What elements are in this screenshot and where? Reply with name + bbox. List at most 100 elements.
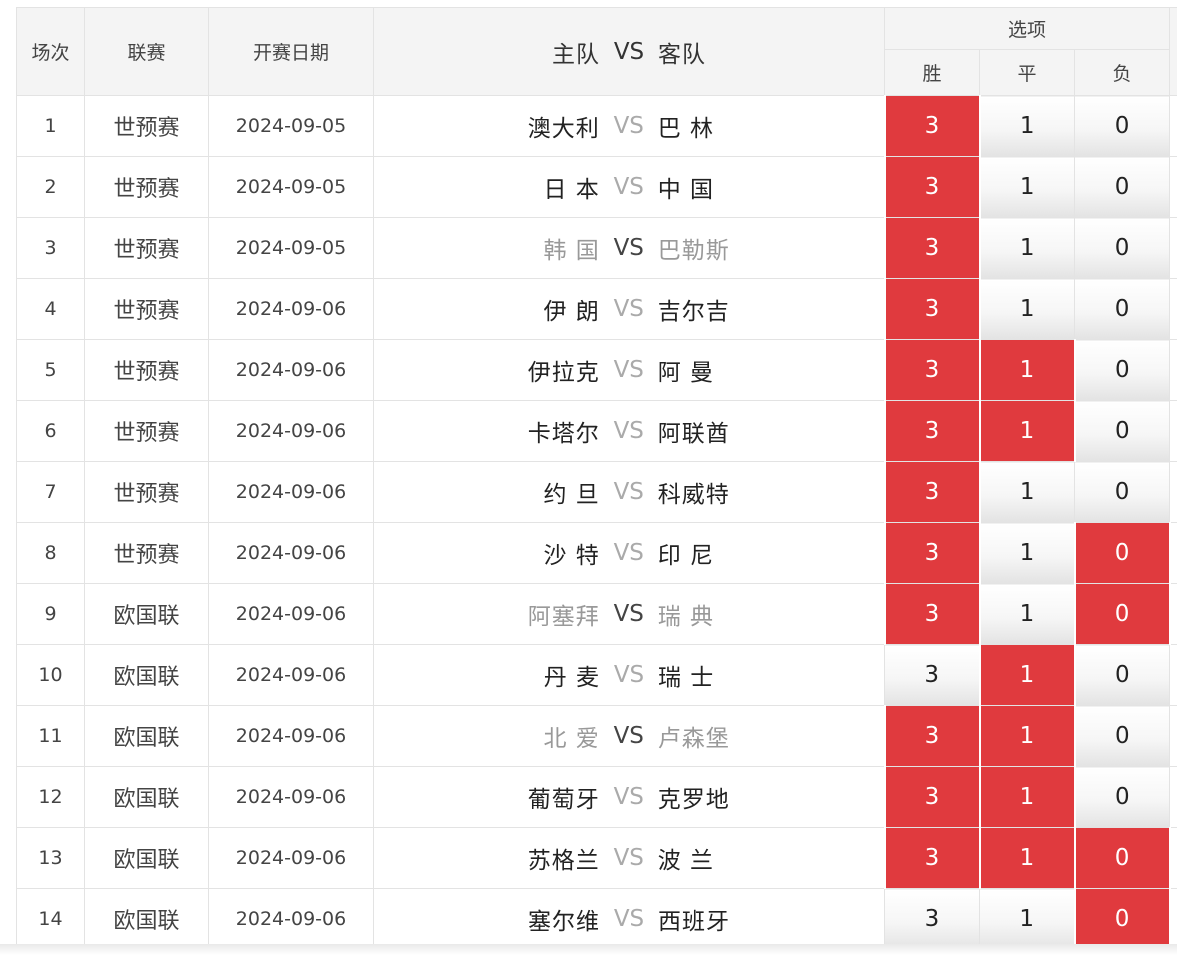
home-team: 塞尔维 [528, 909, 600, 935]
table-row: 12 欧国联 2024-09-06 葡萄牙 VS 克罗地 3 1 0 [16, 766, 1177, 828]
option-win-button[interactable]: 3 [883, 583, 981, 645]
match-date: 2024-09-06 [208, 400, 374, 462]
table-row: 1 世预赛 2024-09-05 澳大利 VS 巴 林310 [16, 95, 1177, 157]
option-lose-button[interactable]: 0 [1073, 95, 1171, 157]
header-league: 联赛 [84, 7, 209, 96]
option-draw-button[interactable]: 1 [978, 644, 1076, 706]
option-draw-button[interactable]: 1 [979, 888, 1075, 947]
vs-label: VS [613, 845, 644, 871]
home-team: 丹 麦 [543, 665, 600, 691]
option-draw-button[interactable]: 1 [979, 95, 1075, 157]
option-lose-button[interactable]: 0 [1073, 278, 1171, 340]
option-draw-button[interactable]: 1 [978, 827, 1076, 889]
match-teams: 苏格兰 VS 波 兰 [373, 827, 885, 889]
match-date: 2024-09-06 [208, 644, 374, 706]
option-win-button[interactable]: 3 [883, 156, 981, 218]
header-win: 胜 [884, 49, 980, 96]
match-date: 2024-09-05 [208, 95, 374, 157]
table-row: 14 欧国联 2024-09-06 塞尔维 VS 西班牙 3 1 0 [16, 888, 1177, 947]
match-teams: 丹 麦 VS 瑞 士 [373, 644, 885, 706]
match-index: 8 [16, 522, 85, 584]
match-teams: 韩 国 VS 巴勒斯 [373, 217, 885, 279]
table-row: 8 世预赛 2024-09-06 沙 特 VS 印 尼 310 [16, 522, 1177, 584]
table-header: 场次 联赛 开赛日期 主队 VS 客队 选项 胜 平 负 [16, 7, 1177, 96]
row-edge [1169, 278, 1177, 340]
header-date: 开赛日期 [208, 7, 374, 96]
row-edge [1169, 705, 1177, 767]
away-team: 巴 林 [657, 116, 715, 142]
row-edge [1169, 827, 1177, 889]
match-date: 2024-09-06 [208, 522, 374, 584]
option-draw-button[interactable]: 1 [978, 766, 1076, 828]
match-date: 2024-09-06 [208, 583, 374, 645]
league-name: 欧国联 [84, 888, 209, 947]
vs-label: VS [613, 479, 644, 505]
option-win-button[interactable]: 3 [883, 705, 981, 767]
away-team: 科威特 [657, 482, 730, 508]
option-lose-button[interactable]: 0 [1073, 217, 1171, 279]
match-date: 2024-09-06 [208, 461, 374, 523]
match-index: 5 [16, 339, 85, 401]
league-name: 世预赛 [84, 278, 209, 340]
option-lose-button[interactable]: 0 [1073, 888, 1171, 947]
option-lose-button[interactable]: 0 [1073, 522, 1171, 584]
option-win-button[interactable]: 3 [883, 400, 981, 462]
option-draw-button[interactable]: 1 [978, 400, 1076, 462]
option-draw-button[interactable]: 1 [979, 583, 1075, 645]
match-index: 6 [16, 400, 85, 462]
league-name: 欧国联 [84, 827, 209, 889]
option-draw-button[interactable]: 1 [979, 278, 1075, 340]
option-draw-button[interactable]: 1 [978, 705, 1076, 767]
row-edge [1169, 766, 1177, 828]
option-lose-button[interactable]: 0 [1073, 156, 1171, 218]
match-date: 2024-09-06 [208, 827, 374, 889]
option-win-button[interactable]: 3 [883, 95, 981, 157]
match-index: 4 [16, 278, 85, 340]
match-index: 12 [16, 766, 85, 828]
table-row: 9 欧国联 2024-09-06 阿塞拜 VS 瑞 典 310 [16, 583, 1177, 645]
vs-label: VS [613, 235, 644, 261]
option-draw-button[interactable]: 1 [979, 522, 1075, 584]
option-draw-button[interactable]: 1 [979, 461, 1075, 523]
option-draw-button[interactable]: 1 [979, 156, 1075, 218]
vs-label: VS [613, 662, 645, 688]
option-win-button[interactable]: 3 [883, 461, 981, 523]
option-win-button[interactable]: 3 [884, 644, 980, 706]
away-team: 卢森堡 [657, 726, 730, 752]
option-draw-button[interactable]: 1 [978, 339, 1076, 401]
option-lose-button[interactable]: 0 [1073, 400, 1171, 462]
option-win-button[interactable]: 3 [883, 522, 981, 584]
match-index: 7 [16, 461, 85, 523]
match-teams: 澳大利 VS 巴 林 [373, 95, 885, 157]
home-team: 澳大利 [527, 116, 600, 142]
option-draw-button[interactable]: 1 [979, 217, 1075, 279]
row-edge [1169, 522, 1177, 584]
option-win-button[interactable]: 3 [884, 888, 980, 947]
option-lose-button[interactable]: 0 [1073, 644, 1171, 706]
option-win-button[interactable]: 3 [883, 339, 981, 401]
vs-label: VS [613, 784, 644, 810]
scroll-shadow [0, 944, 1177, 955]
match-date: 2024-09-06 [208, 339, 374, 401]
option-lose-button[interactable]: 0 [1073, 583, 1171, 645]
option-lose-button[interactable]: 0 [1073, 766, 1171, 828]
league-name: 欧国联 [84, 644, 209, 706]
vs-label: VS [613, 296, 644, 322]
away-team: 阿联酋 [657, 421, 730, 447]
option-win-button[interactable]: 3 [883, 217, 981, 279]
option-lose-button[interactable]: 0 [1073, 705, 1171, 767]
option-win-button[interactable]: 3 [883, 827, 981, 889]
option-lose-button[interactable]: 0 [1073, 827, 1171, 889]
option-win-button[interactable]: 3 [883, 766, 981, 828]
match-index: 2 [16, 156, 85, 218]
option-lose-button[interactable]: 0 [1073, 461, 1171, 523]
match-teams: 卡塔尔 VS 阿联酋 [373, 400, 885, 462]
table-row: 7 世预赛 2024-09-06 约 旦 VS 科威特 3 1 0 [16, 461, 1177, 523]
match-teams: 约 旦 VS 科威特 [373, 461, 885, 523]
option-win-button[interactable]: 3 [883, 278, 981, 340]
league-name: 世预赛 [84, 217, 209, 279]
table-row: 10 欧国联 2024-09-06 丹 麦 VS 瑞 士310 [16, 644, 1177, 706]
away-team: 西班牙 [658, 909, 730, 935]
match-table: 场次 联赛 开赛日期 主队 VS 客队 选项 胜 平 负 1 世预赛 2024-… [16, 7, 1177, 947]
option-lose-button[interactable]: 0 [1073, 339, 1171, 401]
